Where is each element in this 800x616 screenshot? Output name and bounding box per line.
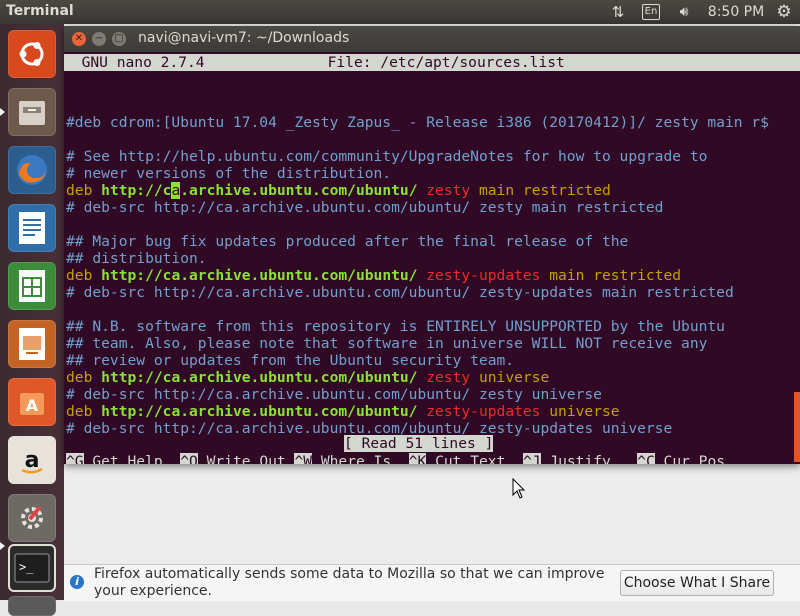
window-title: navi@navi-vm7: ~/Downloads xyxy=(138,30,350,46)
window-titlebar[interactable]: ✕ − □ navi@navi-vm7: ~/Downloads xyxy=(64,26,800,52)
text-segment: deb xyxy=(66,267,102,284)
text-segment: # newer versions of the distribution. xyxy=(66,165,392,182)
text-segment: ## Major bug fix updates produced after … xyxy=(66,233,629,250)
text-segment: # deb-src http://ca.archive.ubuntu.com/u… xyxy=(66,386,602,403)
shortcut-label: Cur Pos xyxy=(654,453,726,464)
clock[interactable]: 8:50 PM xyxy=(706,0,766,24)
text-segment: deb xyxy=(66,182,102,199)
keyboard-icon[interactable]: En xyxy=(640,0,662,24)
text-cursor: a xyxy=(171,182,181,199)
text-segment: universe xyxy=(540,403,620,420)
text-segment: # deb-src http://ca.archive.ubuntu.com/u… xyxy=(66,284,734,301)
top-panel: Terminal ⇅ En 🔊︎ 8:50 PM ⚙ xyxy=(0,0,800,24)
nano-status: [ Read 51 lines ] xyxy=(344,435,494,452)
keyboard-layout: En xyxy=(641,4,661,20)
nano-text-line: # deb-src http://ca.archive.ubuntu.com/u… xyxy=(66,420,672,437)
text-segment: #deb cdrom:[Ubuntu 17.04 _Zesty Zapus_ -… xyxy=(66,114,769,131)
text-segment: zesty xyxy=(426,182,471,199)
nano-text-line: # deb-src http://ca.archive.ubuntu.com/u… xyxy=(66,284,734,301)
nano-text-line: ## team. Also, please note that software… xyxy=(66,335,707,352)
text-segment: # deb-src http://ca.archive.ubuntu.com/u… xyxy=(66,199,664,216)
volume-icon[interactable]: 🔊︎ xyxy=(672,0,696,24)
nano-text-line: deb http://ca.archive.ubuntu.com/ubuntu/… xyxy=(66,267,681,284)
shortcut-label: Justify xyxy=(540,453,638,464)
notification-text: Firefox automatically sends some data to… xyxy=(94,566,605,599)
shortcut-key[interactable]: ^J xyxy=(522,453,541,464)
terminal-window[interactable]: ✕ − □ navi@navi-vm7: ~/Downloads GNU nan… xyxy=(64,26,800,464)
text-segment: .archive.ubuntu.com/ubuntu/ xyxy=(180,182,427,199)
nano-shortcut-row: ^G Get Help ^O Write Out ^W Where Is ^K … xyxy=(66,453,725,464)
nano-text-line: #deb cdrom:[Ubuntu 17.04 _Zesty Zapus_ -… xyxy=(66,114,769,131)
text-segment: ## N.B. software from this repository is… xyxy=(66,318,725,335)
text-segment: zesty xyxy=(426,369,471,386)
trash-icon[interactable] xyxy=(8,596,56,616)
text-segment: zesty-updates xyxy=(426,403,541,420)
text-segment: main restricted xyxy=(470,182,611,199)
launcher: A a >_ xyxy=(0,24,64,616)
shortcut-key[interactable]: ^C xyxy=(637,453,655,464)
nano-text-line: # newer versions of the distribution. xyxy=(66,165,391,182)
nano-text-line: deb http://ca.archive.ubuntu.com/ubuntu/… xyxy=(66,403,620,420)
nano-text-line: # deb-src http://ca.archive.ubuntu.com/u… xyxy=(66,386,602,403)
firefox-notification-bar: i Firefox automatically sends some data … xyxy=(64,564,800,601)
text-segment: deb xyxy=(66,403,102,420)
libreoffice-calc-icon[interactable] xyxy=(8,262,56,310)
running-indicator xyxy=(0,542,5,550)
nano-text-line: ## distribution. xyxy=(66,250,207,267)
text-segment: ## team. Also, please note that software… xyxy=(66,335,708,352)
text-segment: ## review or updates from the Ubuntu sec… xyxy=(66,352,515,369)
nano-text-line: ## review or updates from the Ubuntu sec… xyxy=(66,352,514,369)
running-indicator xyxy=(0,108,5,116)
svg-text:a: a xyxy=(25,448,40,473)
firefox-icon[interactable] xyxy=(8,146,56,194)
maximize-button[interactable]: □ xyxy=(112,32,126,46)
terminal-icon[interactable]: >_ xyxy=(8,544,56,592)
text-segment: deb xyxy=(66,369,102,386)
shortcut-label: Write Out xyxy=(197,453,295,464)
ubuntu-software-icon[interactable]: A xyxy=(8,378,56,426)
text-segment: http://ca.archive.ubuntu.com/ubuntu/ xyxy=(101,369,427,386)
shortcut-label: Cut Text xyxy=(426,453,523,464)
gear-icon[interactable]: ⚙ xyxy=(772,0,796,24)
text-segment: # See http://help.ubuntu.com/community/U… xyxy=(66,148,708,165)
text-segment: main restricted xyxy=(540,267,682,284)
nano-text-line: # See http://help.ubuntu.com/community/U… xyxy=(66,148,707,165)
shortcut-key[interactable]: ^W xyxy=(294,453,313,464)
text-segment: zesty-updates xyxy=(426,267,541,284)
shortcut-label: Get Help xyxy=(83,453,181,464)
nano-text-line: # deb-src http://ca.archive.ubuntu.com/u… xyxy=(66,199,663,216)
scrollbar[interactable] xyxy=(794,392,800,462)
text-segment: universe xyxy=(470,369,550,386)
network-icon[interactable]: ⇅ xyxy=(606,0,630,24)
text-segment: # deb-src http://ca.archive.ubuntu.com/u… xyxy=(66,420,673,437)
svg-text:>_: >_ xyxy=(19,560,34,574)
svg-text:A: A xyxy=(26,396,39,415)
nano-editor[interactable]: GNU nano 2.7.4 File: /etc/apt/sources.li… xyxy=(64,52,800,464)
shortcut-label: Where Is xyxy=(312,453,409,464)
system-settings-icon[interactable] xyxy=(8,494,56,542)
active-app-title: Terminal xyxy=(6,3,74,19)
text-segment: http://ca.archive.ubuntu.com/ubuntu/ xyxy=(101,267,427,284)
minimize-button[interactable]: − xyxy=(92,32,106,46)
shortcut-key[interactable]: ^O xyxy=(180,453,198,464)
info-icon: i xyxy=(70,575,84,589)
ubuntu-dash-icon[interactable] xyxy=(8,30,56,78)
nano-text-line: ## N.B. software from this repository is… xyxy=(66,318,725,335)
libreoffice-writer-icon[interactable] xyxy=(8,204,56,252)
shortcut-key[interactable]: ^G xyxy=(66,453,84,464)
amazon-icon[interactable]: a xyxy=(8,436,56,484)
nano-text-line: ## Major bug fix updates produced after … xyxy=(66,233,628,250)
text-segment: http://ca.archive.ubuntu.com/ubuntu/ xyxy=(101,403,427,420)
text-segment: ## distribution. xyxy=(66,250,207,267)
choose-what-i-share-button[interactable]: Choose What I Share xyxy=(620,570,774,596)
nano-text-line: deb http://ca.archive.ubuntu.com/ubuntu/… xyxy=(66,182,611,199)
files-icon[interactable] xyxy=(8,88,56,136)
text-segment: http://c xyxy=(101,182,172,199)
shortcut-key[interactable]: ^K xyxy=(408,453,427,464)
nano-header: GNU nano 2.7.4 File: /etc/apt/sources.li… xyxy=(64,54,800,71)
nano-text-line: deb http://ca.archive.ubuntu.com/ubuntu/… xyxy=(66,369,549,386)
close-button[interactable]: ✕ xyxy=(72,32,86,46)
libreoffice-impress-icon[interactable] xyxy=(8,320,56,368)
mouse-pointer-icon xyxy=(512,478,526,499)
